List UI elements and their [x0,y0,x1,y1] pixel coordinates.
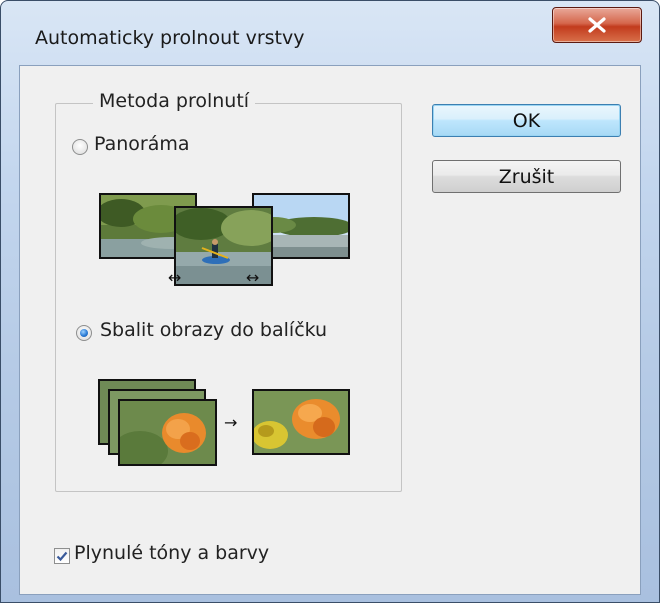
checkmark-icon [56,551,68,562]
overlap-arrow-left-icon: ↔ [168,268,182,287]
smooth-tones-label[interactable]: Plynulé tóny a barvy [74,542,269,564]
title-bar[interactable]: Automaticky prolnout vrstvy [1,1,659,63]
overlap-arrow-right-icon: ↔ [246,268,260,287]
panorama-radio[interactable] [72,139,88,155]
ok-button[interactable]: OK [432,104,621,137]
stack-image-front [118,399,217,466]
stack-arrow-icon: → [224,413,238,432]
stack-images-radio[interactable] [76,325,92,341]
close-button[interactable] [552,7,642,43]
stack-images-label[interactable]: Sbalit obrazy do balíčku [100,319,327,341]
smooth-tones-checkbox[interactable] [54,548,70,564]
cancel-button[interactable]: Zrušit [432,160,621,193]
window-title: Automaticky prolnout vrstvy [35,27,305,49]
close-icon [588,17,606,33]
group-legend: Metoda prolnutí [93,90,256,112]
dialog-client-area: Metoda prolnutí Panoráma ↔ ↔ Sbalit obra… [19,65,641,595]
dialog-window: Automaticky prolnout vrstvy Metoda proln… [0,0,660,603]
panorama-label[interactable]: Panoráma [94,133,190,155]
stack-result-image [252,389,350,455]
